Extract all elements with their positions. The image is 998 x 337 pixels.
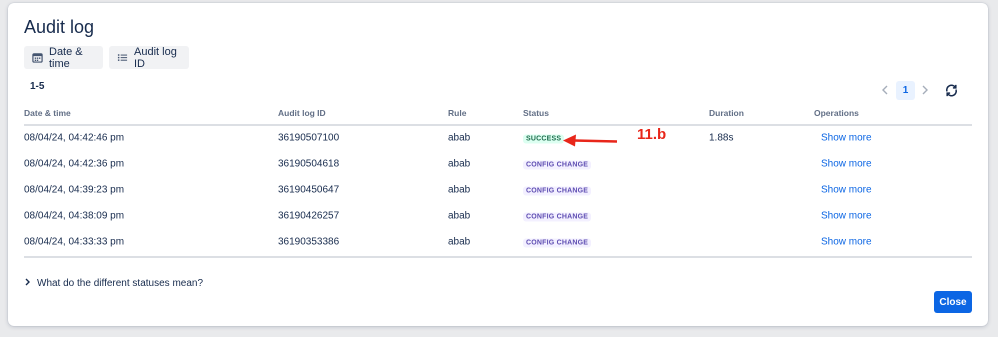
refresh-button[interactable] (944, 83, 959, 98)
row-id: 36190504618 (278, 158, 340, 170)
audit-log-modal: Audit log Date & time Audit log ID 1-5 1… (8, 3, 988, 326)
row-date: 08/04/24, 04:38:09 pm (24, 210, 125, 222)
show-more-link[interactable]: Show more (821, 133, 872, 144)
table-row: 08/04/24, 04:42:46 pm 36190507100 abab S… (24, 125, 972, 151)
annotation-label: 11.b (637, 126, 667, 143)
row-id: 36190450647 (278, 184, 340, 196)
row-id: 36190353386 (278, 236, 340, 248)
column-header-date: Date & time (24, 108, 71, 118)
next-page-button[interactable] (918, 84, 932, 98)
statuses-help-toggle[interactable]: What do the different statuses mean? (24, 278, 203, 289)
table-row: 08/04/24, 04:33:33 pm 36190353386 abab C… (24, 229, 972, 255)
modal-title: Audit log (24, 17, 95, 37)
table-row: 08/04/24, 04:39:23 pm 36190450647 abab C… (24, 177, 972, 203)
close-button[interactable]: Close (934, 291, 972, 313)
refresh-icon (944, 84, 959, 102)
show-more-link[interactable]: Show more (821, 211, 872, 222)
calendar-icon (32, 52, 43, 63)
statuses-help-label: What do the different statuses mean? (37, 278, 204, 289)
row-rule: abab (448, 158, 471, 170)
column-header-operations: Operations (814, 108, 859, 118)
show-more-link[interactable]: Show more (821, 159, 872, 170)
result-range: 1-5 (30, 81, 45, 92)
row-date: 08/04/24, 04:42:46 pm (24, 132, 125, 144)
annotation-arrow-icon (562, 133, 618, 154)
show-more-link[interactable]: Show more (821, 185, 872, 196)
list-icon (117, 52, 128, 63)
status-badge: CONFIG CHANGE (523, 160, 592, 170)
row-rule: abab (448, 210, 471, 222)
status-badge: SUCCESS (523, 134, 565, 144)
chevron-right-icon (921, 82, 929, 100)
chevron-right-icon (24, 278, 31, 289)
table-bottom-divider (24, 256, 972, 258)
date-time-filter-button[interactable]: Date & time (24, 45, 103, 70)
status-badge: CONFIG CHANGE (523, 238, 592, 248)
column-header-rule: Rule (448, 108, 467, 118)
chevron-left-icon (881, 82, 889, 100)
table-row: 08/04/24, 04:42:36 pm 36190504618 abab C… (24, 151, 972, 177)
page-1-button[interactable]: 1 (896, 81, 915, 100)
row-date: 08/04/24, 04:33:33 pm (24, 236, 125, 248)
audit-log-id-filter-button[interactable]: Audit log ID (109, 45, 189, 70)
column-header-duration: Duration (709, 108, 744, 118)
column-header-id: Audit log ID (278, 108, 326, 118)
row-date: 08/04/24, 04:39:23 pm (24, 184, 125, 196)
audit-log-id-filter-label: Audit log ID (134, 45, 177, 70)
table-header: Date & time Audit log ID Rule Status Dur… (24, 108, 972, 124)
table-row: 08/04/24, 04:38:09 pm 36190426257 abab C… (24, 203, 972, 229)
row-id: 36190507100 (278, 132, 340, 144)
row-date: 08/04/24, 04:42:36 pm (24, 158, 125, 170)
status-badge: CONFIG CHANGE (523, 186, 592, 196)
column-header-status: Status (523, 108, 549, 118)
row-rule: abab (448, 236, 471, 248)
row-rule: abab (448, 132, 471, 144)
show-more-link[interactable]: Show more (821, 237, 872, 248)
date-time-filter-label: Date & time (49, 45, 83, 70)
status-badge: CONFIG CHANGE (523, 212, 592, 222)
row-id: 36190426257 (278, 210, 340, 222)
row-duration: 1.88s (709, 132, 734, 144)
row-rule: abab (448, 184, 471, 196)
previous-page-button[interactable] (878, 84, 892, 98)
